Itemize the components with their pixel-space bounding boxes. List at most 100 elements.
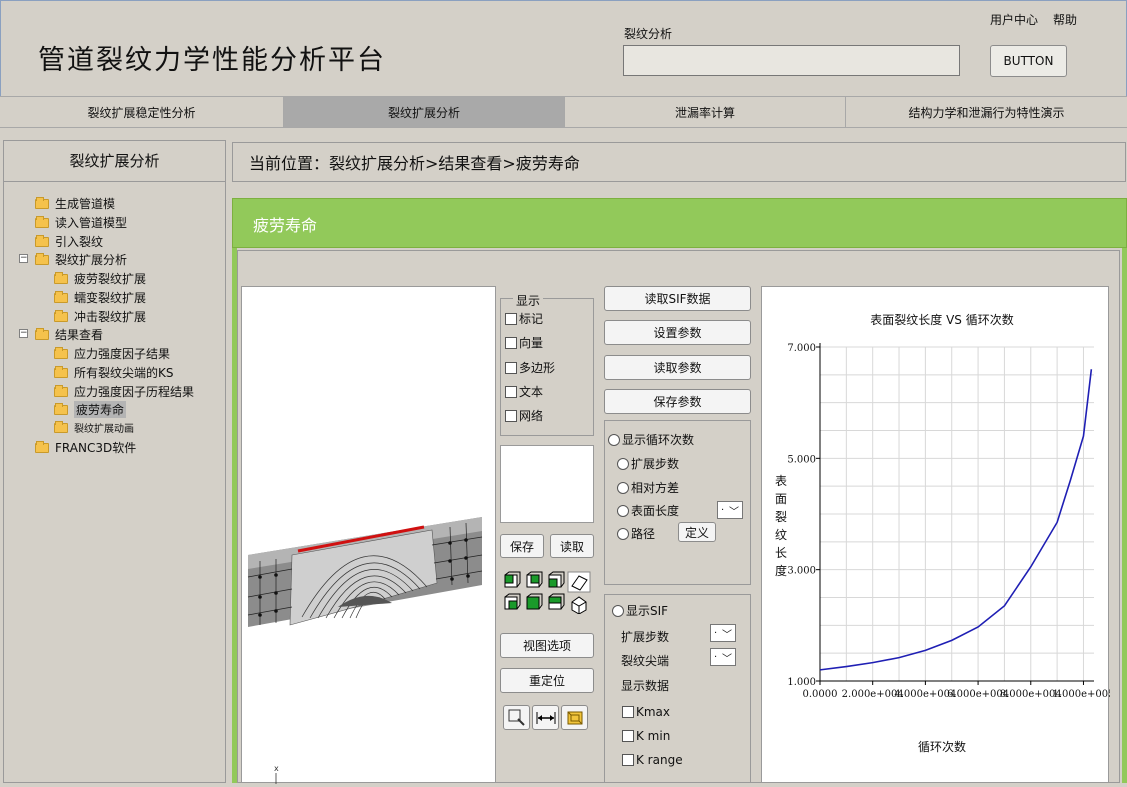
view-cube-icons — [504, 571, 591, 614]
save-params-button[interactable]: 保存参数 — [604, 389, 751, 414]
checkbox-mark[interactable]: 标记 — [505, 310, 543, 327]
chart-ylabel-char: 纹 — [775, 528, 787, 542]
radio-icon — [617, 527, 629, 540]
crack-tip-dropdown[interactable]: · ﹀ — [710, 648, 736, 666]
checkbox-icon — [505, 361, 517, 374]
user-center-link[interactable]: 用户中心 — [990, 11, 1038, 28]
tree-item[interactable]: FRANC3D软件 — [35, 439, 136, 456]
tree-item[interactable]: 生成管道模 — [35, 195, 115, 212]
folder-icon — [35, 196, 49, 209]
breadcrumb: 当前位置：裂纹扩展分析>结果查看>疲劳寿命 — [232, 142, 1126, 182]
tree-item[interactable]: 蠕变裂纹扩展 — [54, 289, 146, 306]
sif-steps-dropdown[interactable]: · ﹀ — [710, 624, 736, 642]
tab-leak-rate[interactable]: 泄漏率计算 — [565, 97, 846, 127]
fit-width-icon[interactable] — [532, 705, 559, 730]
folder-icon — [54, 290, 68, 303]
folder-icon — [54, 420, 68, 433]
folder-icon — [54, 309, 68, 322]
tree-item[interactable]: 读入管道模型 — [35, 214, 127, 231]
surface-length-dropdown[interactable]: · ﹀ — [717, 501, 743, 519]
checkbox-polygon[interactable]: 多边形 — [505, 359, 555, 376]
tree-item[interactable]: 冲击裂纹扩展 — [54, 308, 146, 325]
folder-icon — [35, 327, 49, 340]
tree-item-selected[interactable]: 疲劳寿命 — [54, 401, 127, 418]
app-title: 管道裂纹力学性能分析平台 — [38, 45, 386, 76]
model-viewport[interactable]: x — [241, 286, 496, 784]
tree-item[interactable]: 应力强度因子历程结果 — [54, 383, 194, 400]
radio-icon — [617, 481, 629, 494]
sidebar-title: 裂纹扩展分析 — [3, 140, 226, 182]
folder-icon — [54, 365, 68, 378]
zoom-icon[interactable] — [503, 705, 530, 730]
chart-x-tick-label: 1.000e+005 — [1052, 689, 1110, 700]
chart-ylabel-char: 表 — [775, 474, 787, 488]
tree-item[interactable]: 裂纹扩展分析 — [35, 251, 127, 268]
tree-item[interactable]: 所有裂纹尖端的KS — [54, 364, 174, 381]
chevron-down-icon: ﹀ — [729, 506, 739, 518]
help-link[interactable]: 帮助 — [1053, 11, 1077, 28]
radio-steps[interactable]: 扩展步数 — [617, 455, 679, 472]
radio-icon — [612, 604, 624, 617]
radio-path[interactable]: 路径 — [617, 525, 655, 542]
define-button[interactable]: 定义 — [678, 522, 716, 542]
radio-icon — [617, 457, 629, 470]
checkbox-icon — [622, 706, 634, 718]
reposition-button[interactable]: 重定位 — [500, 668, 594, 693]
checkbox-icon — [505, 385, 517, 398]
search-label: 裂纹分析 — [624, 27, 673, 41]
radio-rel-var[interactable]: 相对方差 — [617, 479, 679, 496]
save-button[interactable]: 保存 — [500, 534, 544, 558]
chart-x-tick-label: 0.0000 — [803, 689, 838, 700]
checkbox-kmax[interactable]: Kmax — [622, 705, 670, 719]
panel-header — [232, 198, 1127, 248]
set-params-button[interactable]: 设置参数 — [604, 320, 751, 345]
folder-icon — [35, 215, 49, 228]
display-legend: 显示 — [513, 292, 544, 309]
chart-panel: 表面裂纹长度 VS 循环次数 循环次数 表面裂纹长度 1.000 3.000 5.0… — [761, 286, 1114, 783]
folder-icon — [35, 440, 49, 453]
read-button[interactable]: 读取 — [550, 534, 594, 558]
checkbox-icon — [505, 409, 517, 422]
checkbox-icon — [505, 312, 517, 325]
crack-length-chart: 表面裂纹长度 VS 循环次数 循环次数 表面裂纹长度 1.000 3.000 5.0… — [775, 312, 1114, 754]
chart-ylabel-char: 度 — [775, 563, 787, 578]
pipe-crack-model: x — [247, 517, 483, 784]
read-sif-button[interactable]: 读取SIF数据 — [604, 286, 751, 311]
svg-text:x: x — [274, 764, 279, 773]
checkbox-icon — [622, 730, 634, 742]
chart-y-tick-label: 3.000 — [787, 566, 816, 577]
tree-item[interactable]: 疲劳裂纹扩展 — [54, 270, 146, 287]
checkbox-vector[interactable]: 向量 — [505, 334, 543, 351]
search-input[interactable] — [623, 45, 960, 76]
collapse-icon[interactable]: − — [19, 329, 28, 338]
tab-crack-growth[interactable]: 裂纹扩展分析 — [284, 97, 565, 127]
tree-item[interactable]: 应力强度因子结果 — [54, 345, 170, 362]
box-zoom-icon[interactable] — [561, 705, 588, 730]
sif-steps-label: 扩展步数 — [621, 630, 670, 644]
checkbox-text[interactable]: 文本 — [505, 383, 543, 400]
header-button[interactable]: BUTTON — [990, 45, 1067, 77]
radio-surface-length[interactable]: 表面长度 — [617, 502, 679, 519]
folder-icon — [54, 271, 68, 284]
chart-y-tick-label: 7.000 — [787, 343, 816, 354]
tab-stability[interactable]: 裂纹扩展稳定性分析 — [0, 97, 284, 127]
collapse-icon[interactable]: − — [19, 254, 28, 263]
read-params-button[interactable]: 读取参数 — [604, 355, 751, 380]
checkbox-kmin[interactable]: K min — [622, 729, 670, 743]
radio-show-cycles[interactable]: 显示循环次数 — [608, 431, 694, 448]
tree-item[interactable]: 结果查看 — [35, 326, 103, 343]
checkbox-network[interactable]: 网络 — [505, 407, 543, 424]
checkbox-icon — [622, 754, 634, 766]
tab-demo[interactable]: 结构力学和泄漏行为特性演示 — [846, 97, 1127, 127]
tree-item[interactable]: 引入裂纹 — [35, 233, 103, 250]
chevron-down-icon: ﹀ — [722, 653, 732, 665]
radio-show-sif[interactable]: 显示SIF — [612, 602, 668, 619]
folder-icon — [54, 402, 68, 415]
view-options-button[interactable]: 视图选项 — [500, 633, 594, 658]
chart-xlabel: 循环次数 — [918, 739, 966, 754]
chart-y-tick-label: 5.000 — [787, 454, 816, 465]
show-data-label: 显示数据 — [621, 679, 670, 693]
folder-icon — [54, 346, 68, 359]
checkbox-krange[interactable]: K range — [622, 753, 683, 767]
tree-item[interactable]: 裂纹扩展动画 — [54, 420, 134, 435]
